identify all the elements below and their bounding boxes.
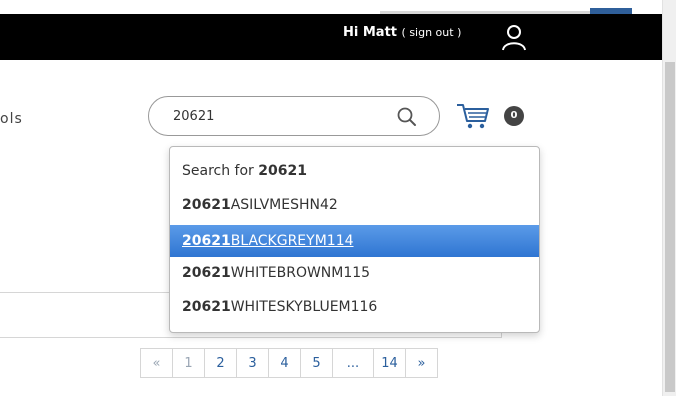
suggestion-rest: BLACKGREYM114 [230, 233, 354, 249]
pagination-ellipsis: ... [332, 348, 374, 378]
pagination-page[interactable]: 2 [204, 348, 237, 378]
suggestion-item[interactable]: 20621ASILVMESHN42 [170, 189, 539, 221]
suggestion-match: 20621 [182, 197, 231, 213]
sign-out-link[interactable]: ( sign out ) [402, 26, 462, 39]
suggestion-search-for-label: Search for [182, 163, 254, 179]
scrollbar[interactable] [662, 0, 676, 396]
suggestion-rest: ASILVMESHN42 [230, 197, 338, 213]
top-strip [0, 0, 662, 14]
suggestion-match: 20621 [182, 265, 231, 281]
suggestion-match: 20621 [182, 233, 231, 249]
pagination-page[interactable]: 4 [268, 348, 301, 378]
pagination-page[interactable]: 3 [236, 348, 269, 378]
suggestion-item[interactable]: 20621WHITEBROWNM115 [170, 257, 539, 289]
nav-item-fragment[interactable]: ols [0, 111, 23, 127]
user-icon[interactable] [500, 22, 528, 52]
suggestion-item-active[interactable]: 20621BLACKGREYM114 [170, 225, 539, 257]
pagination-next[interactable]: » [405, 348, 438, 378]
pagination-page[interactable]: 5 [300, 348, 333, 378]
search-suggestions-dropdown: Search for 20621 20621ASILVMESHN42 20621… [169, 146, 540, 333]
greeting-name: Hi Matt [343, 25, 397, 40]
suggestion-search-for-term: 20621 [258, 163, 307, 179]
search-box [148, 96, 440, 136]
cart-count-badge: 0 [504, 106, 524, 126]
pagination-page-last[interactable]: 14 [373, 348, 406, 378]
suggestion-search-for[interactable]: Search for 20621 [170, 155, 539, 187]
suggestion-rest: WHITESKYBLUEM116 [230, 299, 378, 315]
suggestion-item[interactable]: 20621WHITESKYBLUEM116 [170, 291, 539, 323]
pagination-prev[interactable]: « [140, 348, 173, 378]
suggestion-match: 20621 [182, 299, 231, 315]
scrollbar-thumb[interactable] [665, 62, 675, 392]
pagination: « 1 2 3 4 5 ... 14 » [140, 348, 438, 378]
cart-icon[interactable] [455, 101, 491, 131]
suggestion-rest: WHITEBROWNM115 [230, 265, 371, 281]
greeting-text: Hi Matt ( sign out ) [343, 25, 461, 40]
search-input[interactable] [173, 105, 383, 127]
header-bar: Hi Matt ( sign out ) [0, 14, 662, 60]
pagination-page[interactable]: 1 [172, 348, 205, 378]
search-icon[interactable] [395, 105, 419, 129]
